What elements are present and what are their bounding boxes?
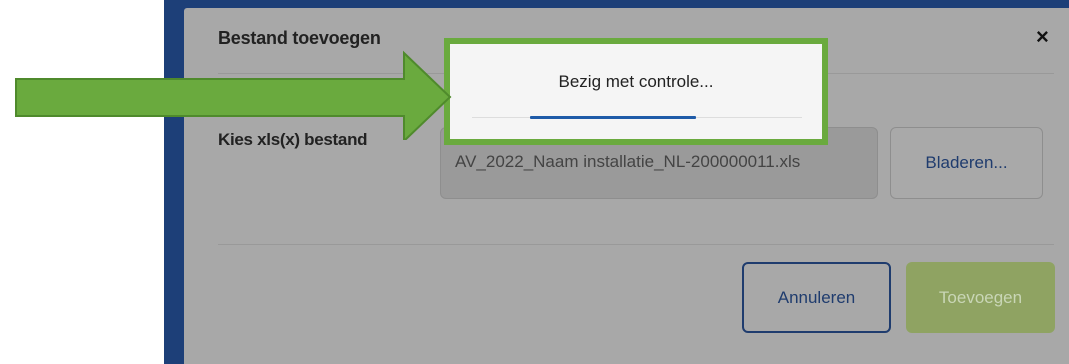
progress-bar xyxy=(530,116,696,119)
progress-text: Bezig met controle... xyxy=(558,72,714,91)
close-icon[interactable]: × xyxy=(1036,26,1049,48)
green-arrow-icon xyxy=(15,50,452,140)
footer-divider xyxy=(218,244,1054,245)
add-button[interactable]: Toevoegen xyxy=(906,262,1055,333)
browse-button[interactable]: Bladeren... xyxy=(890,127,1043,199)
progress-popup: Bezig met controle... xyxy=(444,38,828,145)
cancel-button[interactable]: Annuleren xyxy=(742,262,891,333)
